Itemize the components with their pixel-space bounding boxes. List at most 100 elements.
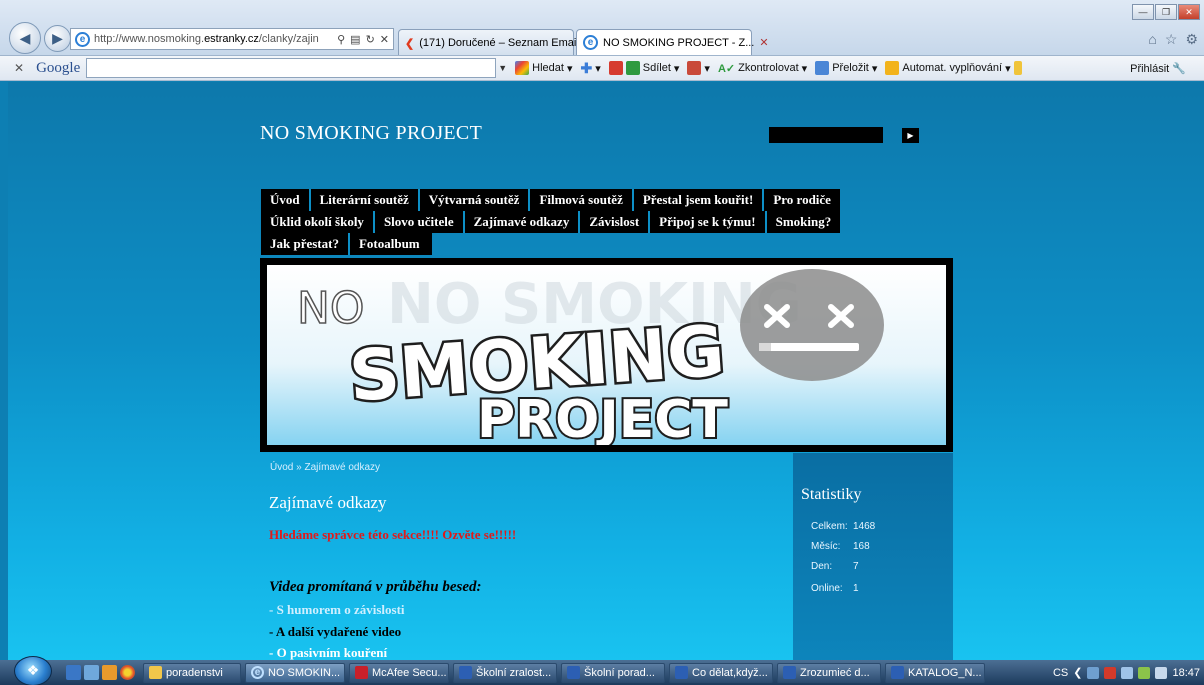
- compatibility-icon[interactable]: ▤: [350, 33, 360, 46]
- menu-row: Úvod Literární soutěž Výtvarná soutěž Fi…: [261, 189, 901, 211]
- ie-icon: e: [251, 666, 264, 679]
- page-title: Zajímavé odkazy: [269, 493, 387, 512]
- display-icon[interactable]: [1121, 666, 1134, 679]
- breadcrumb[interactable]: Úvod » Zajímavé odkazy: [270, 462, 380, 473]
- spellcheck-button[interactable]: A✓ Zkontrolovat ▾: [718, 62, 807, 75]
- google-search-input[interactable]: [86, 58, 497, 78]
- google-logo: Google: [36, 59, 81, 76]
- arrow-right-icon: ▶: [52, 30, 63, 46]
- videos-heading: Videa promítaná v průběhu besed:: [269, 579, 482, 595]
- media-player-icon[interactable]: [102, 665, 117, 680]
- stat-total: Celkem: 1468: [811, 521, 876, 532]
- maximize-button[interactable]: ❐: [1155, 4, 1177, 20]
- home-icon[interactable]: ⌂: [1148, 31, 1156, 48]
- spellcheck-icon: A✓: [717, 62, 736, 75]
- banner-no-text: NO: [297, 283, 365, 334]
- close-window-button[interactable]: ✕: [1178, 4, 1200, 20]
- search-icon[interactable]: ⚲: [337, 33, 345, 46]
- taskbar-item[interactable]: McAfee Secu...: [349, 662, 449, 683]
- stat-online: Online: 1: [811, 583, 859, 594]
- plus-button[interactable]: ✚ ▾: [580, 60, 600, 77]
- menu-row: Jak přestat? Fotoalbum: [261, 233, 901, 255]
- tab-email[interactable]: ❮ (171) Doručené – Seznam Email: [398, 29, 579, 55]
- taskbar-item[interactable]: poradenstvi: [143, 662, 241, 683]
- menu-item-filmova-soutez[interactable]: Filmová soutěž: [530, 189, 634, 211]
- web-page: NO SMOKING PROJECT ▶ Úvod Literární sout…: [8, 82, 1204, 660]
- security-icon[interactable]: [1104, 666, 1117, 679]
- browser-icons: ⌂ ☆ ⚙: [1148, 31, 1198, 48]
- tab-label: (171) Doručené – Seznam Email: [419, 36, 579, 49]
- menu-item-uvod[interactable]: Úvod: [261, 189, 311, 211]
- menu-item-zavislost[interactable]: Závislost: [580, 211, 651, 233]
- chevron-left-icon[interactable]: ❮: [1073, 666, 1082, 679]
- menu-item-pripoj-se[interactable]: Připoj se k týmu!: [650, 211, 767, 233]
- main-menu: Úvod Literární soutěž Výtvarná soutěž Fi…: [261, 189, 901, 255]
- video-link-pasivni[interactable]: - O pasivním kouření: [269, 645, 387, 660]
- dead-face-icon: [740, 269, 884, 381]
- wrench-icon[interactable]: 🔧: [1172, 63, 1186, 75]
- share-button[interactable]: Sdílet ▾: [608, 61, 679, 75]
- address-text[interactable]: http://www.nosmoking.estranky.cz/clanky/…: [94, 33, 333, 45]
- word-icon: [783, 666, 796, 679]
- language-indicator[interactable]: CS: [1053, 667, 1068, 679]
- back-button[interactable]: ◀: [9, 22, 41, 54]
- share-icon: [625, 61, 640, 75]
- menu-item-fotoalbum[interactable]: Fotoalbum: [349, 233, 432, 255]
- video-link-humor[interactable]: - S humorem o závislosti: [269, 602, 405, 618]
- google-icon: [515, 61, 530, 75]
- taskbar-item[interactable]: KATALOG_N...: [885, 662, 985, 683]
- folder-icon: [149, 666, 162, 679]
- system-tray: CS ❮ 18:47: [1053, 666, 1204, 679]
- taskbar: ❖ poradenstvi e NO SMOKIN... McAfee Secu…: [0, 655, 1204, 685]
- close-toolbar-icon[interactable]: ✕: [14, 61, 24, 75]
- taskbar-item[interactable]: e NO SMOKIN...: [245, 662, 345, 683]
- taskbar-item[interactable]: Školní porad...: [561, 662, 665, 683]
- stats-title: Statistiky: [801, 486, 862, 503]
- autofill-button[interactable]: Automat. vyplňování ▾: [885, 61, 1022, 75]
- menu-item-slovo-ucitele[interactable]: Slovo učitele: [374, 211, 465, 233]
- ie-icon: e: [75, 31, 90, 47]
- taskbar-item[interactable]: Zrozumieć d...: [777, 662, 881, 683]
- menu-item-vytvarna-soutez[interactable]: Výtvarná soutěž: [419, 189, 531, 211]
- arrow-right-icon: ▶: [907, 131, 914, 140]
- menu-item-smoking[interactable]: Smoking?: [766, 211, 841, 233]
- translate-page-button[interactable]: ▾: [687, 61, 710, 75]
- power-icon[interactable]: [1138, 666, 1151, 679]
- site-search-button[interactable]: ▶: [902, 128, 919, 143]
- volume-icon[interactable]: [1155, 666, 1168, 679]
- switch-windows-icon[interactable]: [84, 665, 99, 680]
- address-bar[interactable]: e http://www.nosmoking.estranky.cz/clank…: [70, 28, 394, 50]
- gear-icon[interactable]: ⚙: [1185, 31, 1198, 48]
- stop-icon[interactable]: ✕: [380, 33, 389, 46]
- forward-button[interactable]: ▶: [44, 25, 71, 52]
- clock[interactable]: 18:47: [1172, 667, 1200, 679]
- menu-item-uklid-okoli-skoly[interactable]: Úklid okolí školy: [261, 211, 375, 233]
- stat-day: Den: 7: [811, 561, 859, 572]
- stat-month: Měsíc: 168: [811, 541, 870, 552]
- site-title[interactable]: NO SMOKING PROJECT: [260, 122, 482, 145]
- menu-item-jak-prestat[interactable]: Jak přestat?: [261, 233, 350, 255]
- tab-no-smoking[interactable]: e NO SMOKING PROJECT - Z... ✕: [576, 29, 769, 55]
- refresh-icon[interactable]: ↻: [366, 33, 375, 46]
- google-search-button[interactable]: Hledat ▾: [515, 61, 572, 75]
- menu-item-pro-rodice[interactable]: Pro rodiče: [764, 189, 840, 211]
- close-tab-icon[interactable]: ✕: [759, 36, 768, 49]
- start-button[interactable]: ❖: [14, 655, 52, 685]
- chrome-icon[interactable]: [120, 665, 135, 680]
- menu-item-literarni-soutez[interactable]: Literární soutěž: [310, 189, 420, 211]
- menu-item-prestal-jsem-kourit[interactable]: Přestal jsem kouřit!: [633, 189, 765, 211]
- menu-item-zajimave-odkazy[interactable]: Zajímavé odkazy: [464, 211, 581, 233]
- word-icon: [891, 666, 904, 679]
- show-desktop-icon[interactable]: [66, 665, 81, 680]
- network-icon[interactable]: [1087, 666, 1100, 679]
- chevron-down-icon[interactable]: ▼: [498, 63, 507, 73]
- login-link[interactable]: Přihlásit 🔧: [1130, 62, 1186, 75]
- favorites-icon[interactable]: ☆: [1165, 31, 1178, 48]
- minimize-button[interactable]: —: [1132, 4, 1154, 20]
- taskbar-item[interactable]: Školní zralost...: [453, 662, 557, 683]
- taskbar-item[interactable]: Co dělat,když...: [669, 662, 773, 683]
- arrow-left-icon: ◀: [19, 29, 31, 46]
- video-link-dalsi[interactable]: - A další vydařené video: [269, 624, 401, 640]
- translate-button[interactable]: Přeložit ▾: [815, 61, 877, 75]
- site-search-input[interactable]: [769, 127, 883, 143]
